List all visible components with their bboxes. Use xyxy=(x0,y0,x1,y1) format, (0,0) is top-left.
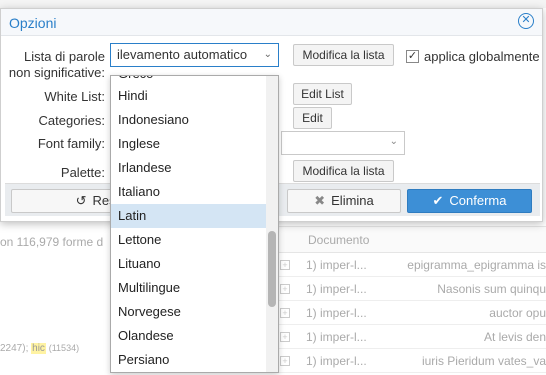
expand-icon[interactable]: + xyxy=(280,259,290,270)
background-page-strip xyxy=(0,0,546,8)
row-text: auctor opu xyxy=(489,305,546,320)
stopwords-label-line2: non significative: xyxy=(8,65,105,80)
forms-count-text: on 116,979 forme d xyxy=(0,235,104,249)
dropdown-item-inglese[interactable]: Inglese xyxy=(111,132,266,156)
stopwords-select[interactable]: ilevamento automatico ⌄ xyxy=(110,43,279,67)
font-family-select[interactable]: ⌄ xyxy=(281,131,405,155)
delete-label: Elimina xyxy=(331,193,374,208)
row-text: At levis den xyxy=(483,329,546,344)
dropdown-item-irlandese[interactable]: Irlandese xyxy=(111,156,266,180)
close-icon[interactable]: ✕ xyxy=(518,13,534,29)
token-list: 2247); hic (11534) xyxy=(0,343,79,354)
expand-icon[interactable]: + xyxy=(280,307,290,318)
dropdown-item-italiano[interactable]: Italiano xyxy=(111,180,266,204)
edit-list-button[interactable]: Edit List xyxy=(293,83,352,105)
edit-categories-button[interactable]: Edit xyxy=(293,107,332,129)
dropdown-item-hindi[interactable]: Hindi xyxy=(111,84,266,108)
chevron-down-icon: ⌄ xyxy=(263,49,272,60)
language-dropdown[interactable]: Greco Hindi Indonesiano Inglese Irlandes… xyxy=(110,75,279,373)
table-row[interactable]: + 1) imper-l... Nasonis sum quinqu xyxy=(278,277,546,301)
modify-list-button[interactable]: Modifica la lista xyxy=(293,44,394,66)
row-doc: 1) imper-l... xyxy=(306,353,367,368)
delete-button[interactable]: ✖ Elimina xyxy=(287,189,401,213)
token-hic[interactable]: hic xyxy=(31,343,46,354)
table-row[interactable]: + 1) imper-l... At levis den xyxy=(278,325,546,349)
check-icon: ✔ xyxy=(432,193,444,208)
scrollbar-thumb[interactable] xyxy=(268,231,276,307)
undo-icon: ↺ xyxy=(75,193,87,208)
documents-table: Documento + 1) imper-l... epigramma_epig… xyxy=(278,226,546,375)
dropdown-scrollbar[interactable] xyxy=(266,76,278,372)
token-count-prev: 2247); xyxy=(0,343,29,354)
dropdown-item-olandese[interactable]: Olandese xyxy=(111,324,266,348)
modify-palette-button[interactable]: Modifica la lista xyxy=(293,160,394,182)
apply-globally-checkbox[interactable]: ✓ xyxy=(406,50,419,63)
confirm-button[interactable]: ✔ Conferma xyxy=(407,189,532,213)
confirm-label: Conferma xyxy=(449,193,507,208)
expand-icon[interactable]: + xyxy=(280,331,290,342)
table-row[interactable]: + 1) imper-l... iuris Pieridum vates_va xyxy=(278,349,546,373)
palette-label: Palette: xyxy=(60,165,105,180)
column-header-documento[interactable]: Documento xyxy=(308,233,369,247)
dropdown-item-lettone[interactable]: Lettone xyxy=(111,228,266,252)
dropdown-item-indonesiano[interactable]: Indonesiano xyxy=(111,108,266,132)
whitelist-label: White List: xyxy=(44,89,105,104)
dropdown-item-latin[interactable]: Latin xyxy=(111,204,266,228)
row-text: iuris Pieridum vates_va xyxy=(421,353,546,368)
stopwords-label-line1: Lista di parole xyxy=(24,49,105,64)
table-header: Documento xyxy=(278,227,546,253)
row-doc: 1) imper-l... xyxy=(306,305,367,320)
dropdown-item-norvegese[interactable]: Norvegese xyxy=(111,300,266,324)
row-text: Nasonis sum quinqu xyxy=(437,281,546,296)
stopwords-label: Lista di parole non significative: xyxy=(9,49,105,81)
row-doc: 1) imper-l... xyxy=(306,281,367,296)
stopwords-select-value: ilevamento automatico xyxy=(117,47,248,62)
row-doc: 1) imper-l... xyxy=(306,329,367,344)
close-icon: ✖ xyxy=(314,193,326,208)
row-doc: 1) imper-l... xyxy=(306,257,367,272)
expand-icon[interactable]: + xyxy=(280,283,290,294)
font-family-label: Font family: xyxy=(37,136,105,151)
dropdown-item-multilingue[interactable]: Multilingue xyxy=(111,276,266,300)
table-row[interactable]: + 1) imper-l... auctor opu xyxy=(278,301,546,325)
chevron-down-icon: ⌄ xyxy=(389,136,398,147)
dropdown-item-persiano[interactable]: Persiano xyxy=(111,348,266,372)
token-count: (11534) xyxy=(48,343,80,353)
row-text: epigramma_epigramma is xyxy=(407,257,546,272)
apply-globally-label[interactable]: applica globalmente xyxy=(424,49,540,64)
dialog-title: Opzioni xyxy=(9,15,57,31)
dialog-header: Opzioni ✕ xyxy=(1,9,542,36)
expand-icon[interactable]: + xyxy=(280,355,290,366)
table-row[interactable]: + 1) imper-l... epigramma_epigramma is xyxy=(278,253,546,277)
dropdown-item-lituano[interactable]: Lituano xyxy=(111,252,266,276)
categories-label: Categories: xyxy=(38,113,105,128)
